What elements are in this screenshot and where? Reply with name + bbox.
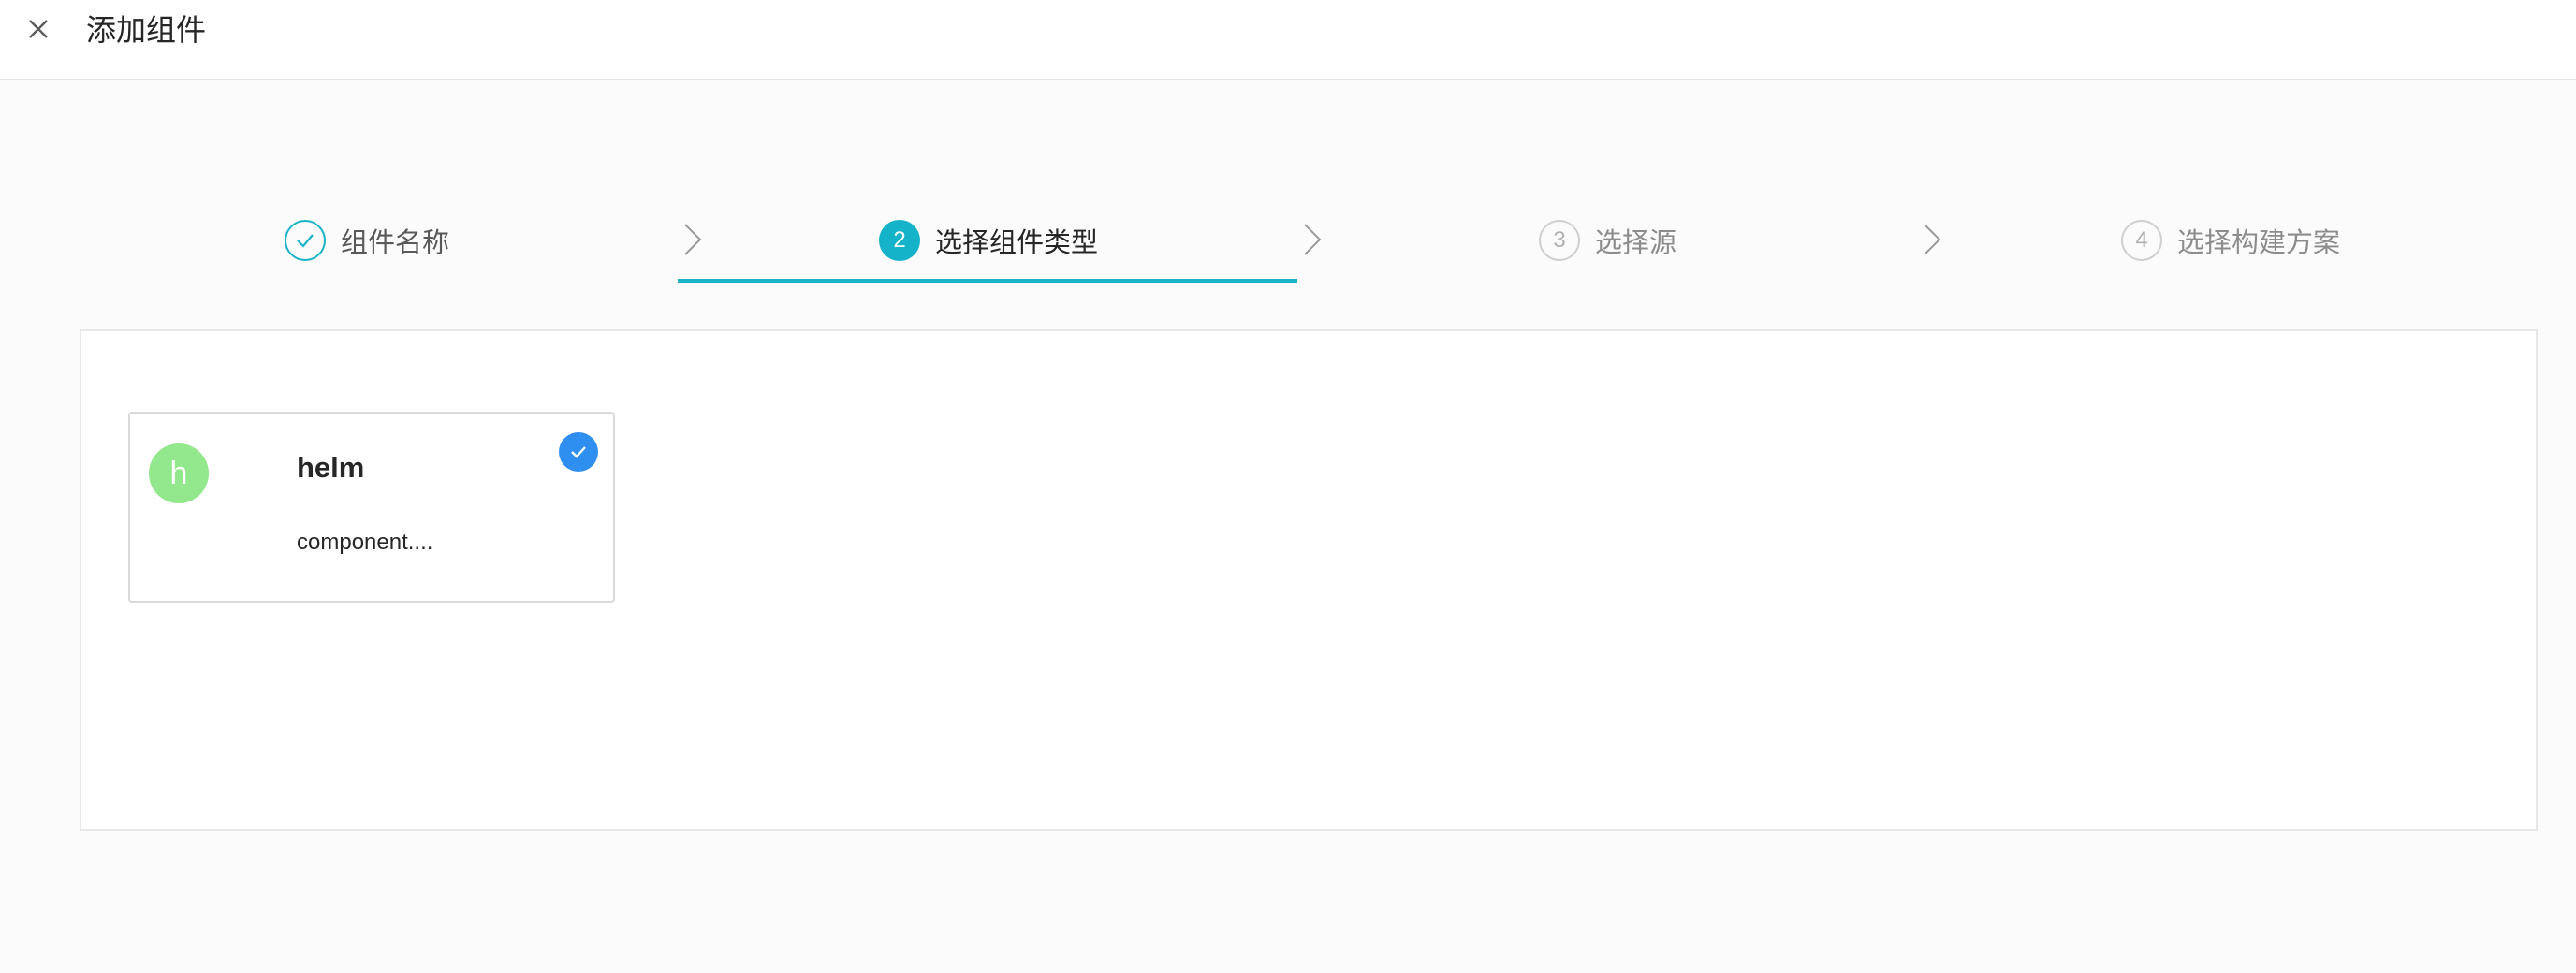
active-step-underline	[678, 279, 1297, 283]
component-card-helm[interactable]: h helm component....	[128, 412, 615, 603]
wizard-steps: 组件名称 2 选择组件类型 3 选择源 4 选择构建方案	[0, 206, 2576, 290]
step-1-label: 组件名称	[341, 228, 450, 258]
close-icon	[29, 20, 48, 38]
chevron-right-icon	[681, 221, 704, 258]
chevron-right-icon	[1921, 221, 1943, 258]
selected-check-icon	[559, 432, 598, 472]
step-build-plan[interactable]: 4 选择构建方案	[2121, 217, 2340, 264]
component-type-panel: h helm component....	[80, 329, 2538, 831]
step-select-source[interactable]: 3 选择源	[1539, 217, 1676, 264]
component-description: component....	[297, 530, 433, 555]
header-bar: 添加组件	[0, 0, 2576, 80]
chevron-right-icon	[1301, 221, 1324, 258]
step-3-label: 选择源	[1595, 228, 1677, 258]
component-name: helm	[297, 451, 365, 484]
step-component-name[interactable]: 组件名称	[285, 217, 449, 264]
check-icon	[297, 234, 314, 248]
page-title: 添加组件	[86, 13, 207, 47]
step-2-indicator: 2	[879, 220, 920, 261]
avatar: h	[149, 443, 209, 503]
step-2-label: 选择组件类型	[935, 228, 1099, 258]
step-4-label: 选择构建方案	[2177, 228, 2341, 258]
step-3-indicator: 3	[1539, 220, 1580, 261]
step-select-type[interactable]: 2 选择组件类型	[879, 217, 1098, 264]
step-1-indicator	[285, 220, 326, 261]
close-button[interactable]	[22, 13, 54, 45]
step-4-indicator: 4	[2121, 220, 2162, 261]
